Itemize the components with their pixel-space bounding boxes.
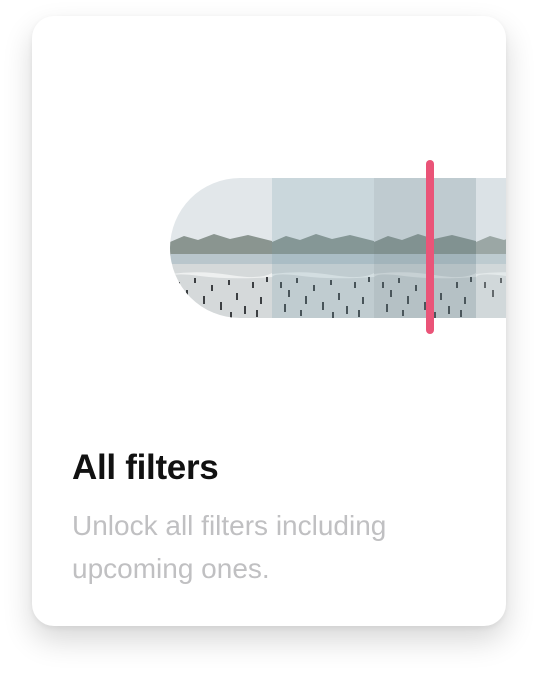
filter-preview-strip (170, 178, 506, 318)
feature-card[interactable]: All filters Unlock all filters including… (32, 16, 506, 626)
filter-frame-slate (374, 178, 476, 318)
compare-scrubber-handle[interactable] (426, 160, 434, 334)
filter-frame-mist (476, 178, 506, 318)
filter-frame-cool (272, 178, 374, 318)
card-title: All filters (72, 448, 219, 487)
filter-frame-original (170, 178, 272, 318)
card-description: Unlock all filters including upcoming on… (72, 510, 387, 584)
